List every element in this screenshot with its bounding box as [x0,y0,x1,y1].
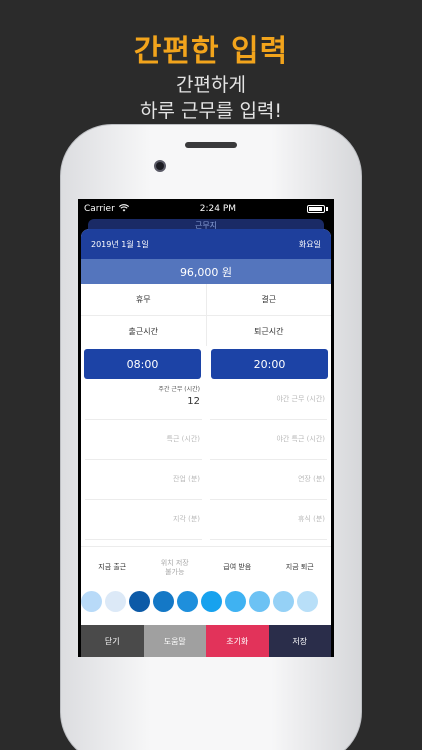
entry-weekday: 화요일 [298,239,321,249]
clock-out-now-button[interactable]: 지금 퇴근 [269,547,332,588]
overtime-placeholder: 잔업 (분) [172,475,200,483]
status-bar: Carrier 2:24 PM [78,199,334,219]
close-button[interactable]: 닫기 [81,625,144,657]
clock-in-now-button[interactable]: 지금 출근 [81,547,144,588]
break-minutes-placeholder: 휴식 (분) [297,515,325,523]
special-hours-field[interactable]: 특근 (시간) [85,420,202,460]
night-work-hours-field[interactable]: 야간 근무 (시간) [210,380,327,420]
save-location-status: 불가능 [165,567,185,576]
reset-button[interactable]: 초기화 [206,625,269,657]
color-swatch[interactable] [105,591,126,612]
extension-placeholder: 연장 (분) [297,475,325,483]
promo-subline: 간편하게 하루 근무를 입력! [0,72,422,124]
bottom-action-bar: 닫기 도움말 초기화 저장 [81,625,331,657]
absence-toggle[interactable]: 결근 [205,284,332,315]
save-location-button[interactable]: 위치 저장 불가능 [144,547,207,588]
color-swatch[interactable] [249,591,270,612]
entry-date: 2019년 1월 1일 [91,239,149,249]
quick-action-row: 지금 출근 위치 저장 불가능 급여 받음 지금 퇴근 [81,546,331,588]
color-swatch[interactable] [153,591,174,612]
battery-icon [306,205,328,213]
phone-camera [154,160,166,172]
promo-subline-2: 하루 근무를 입력! [139,100,283,122]
save-location-label: 위치 저장 [160,558,189,567]
promo-headline: 간편한 입력 [133,34,289,69]
color-swatch[interactable] [129,591,150,612]
phone-speaker [185,142,237,148]
dayoff-toggle[interactable]: 휴무 [81,284,206,315]
time-label-row: 출근시간 퇴근시간 [81,316,331,346]
day-entry-sheet: 2019년 1월 1일 화요일 96,000 원 휴무 결근 출근시간 퇴근시간… [81,229,331,657]
status-time: 2:24 PM [199,204,237,214]
color-swatch[interactable] [201,591,222,612]
help-button[interactable]: 도움말 [143,625,206,657]
color-swatch[interactable] [297,591,318,612]
sheet-header: 2019년 1월 1일 화요일 [81,229,331,259]
start-time-label: 출근시간 [128,326,158,336]
daily-wage: 96,000 원 [81,259,331,284]
special-hours-placeholder: 특근 (시간) [166,435,200,443]
save-button[interactable]: 저장 [268,625,331,657]
late-minutes-placeholder: 지각 (분) [172,515,200,523]
late-minutes-field[interactable]: 지각 (분) [85,500,202,540]
day-work-hours-field[interactable]: 주간 근무 (시간) 12 [85,380,202,420]
color-swatch[interactable] [177,591,198,612]
night-special-hours-placeholder: 야간 특근 (시간) [276,435,325,443]
end-time-button[interactable]: 20:00 [211,349,328,379]
night-work-hours-placeholder: 야간 근무 (시간) [276,395,325,403]
phone-screen: Carrier 2:24 PM 근무지 2019년 1월 1일 화요일 96,0… [78,199,334,657]
promo-subline-1: 간편하게 [176,74,246,96]
end-time-label: 퇴근시간 [205,316,332,346]
extension-field[interactable]: 연장 (분) [210,460,327,500]
color-swatch-row [81,588,331,614]
day-work-hours-value: 12 [187,396,200,407]
wifi-icon [118,203,129,215]
start-time-button[interactable]: 08:00 [84,349,201,379]
dayoff-toggle-row: 휴무 결근 [81,284,331,316]
day-work-hours-label: 주간 근무 (시간) [158,386,200,393]
color-swatch[interactable] [273,591,294,612]
color-swatch[interactable] [225,591,246,612]
break-minutes-field[interactable]: 휴식 (분) [210,500,327,540]
time-picker-row: 08:00 20:00 [81,346,331,380]
payday-button[interactable]: 급여 받음 [206,547,269,588]
carrier-label: Carrier [84,204,115,214]
color-swatch[interactable] [81,591,102,612]
overtime-field[interactable]: 잔업 (분) [85,460,202,500]
night-special-hours-field[interactable]: 야간 특근 (시간) [210,420,327,460]
